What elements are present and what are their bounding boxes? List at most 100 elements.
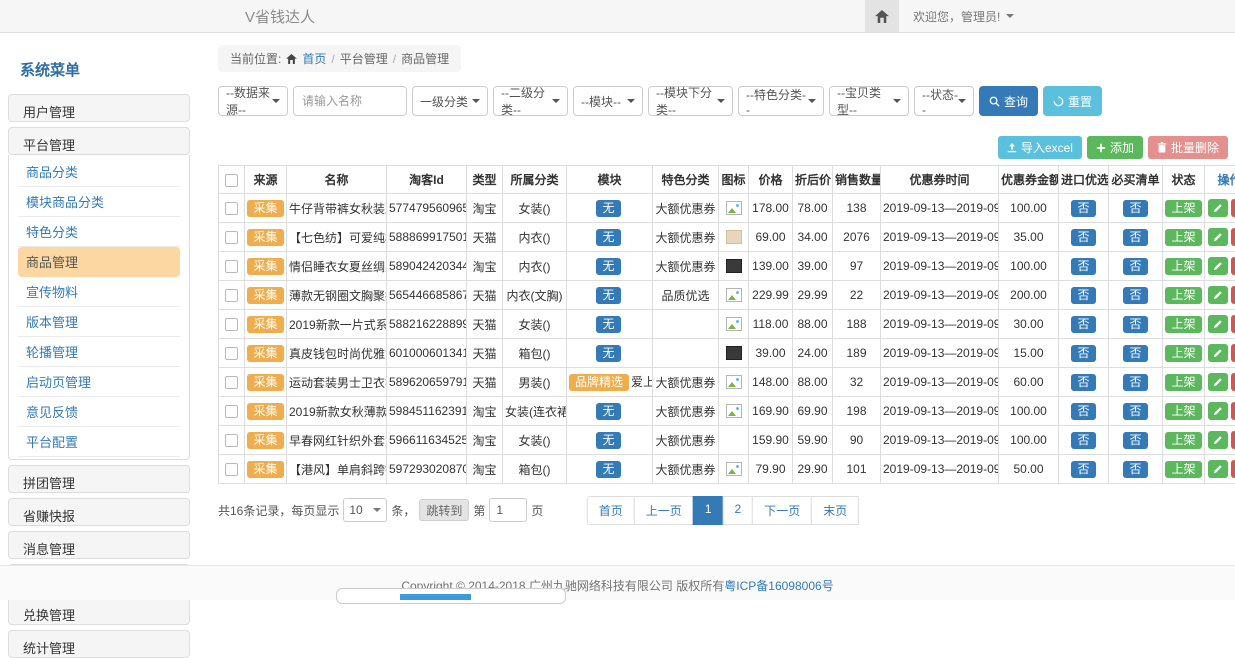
page-button[interactable]: 上一页 <box>634 496 694 525</box>
delete-button[interactable] <box>1231 402 1235 420</box>
status-badge[interactable]: 上架 <box>1165 258 1201 275</box>
filter-status-select[interactable]: --状态-- <box>914 86 974 116</box>
search-button[interactable]: 查询 <box>979 86 1038 116</box>
imported-badge[interactable]: 否 <box>1071 287 1095 304</box>
select-all-checkbox[interactable] <box>225 174 238 187</box>
sidebar-submenu-item[interactable]: 意见反馈 <box>18 397 180 427</box>
edit-button[interactable] <box>1208 373 1228 391</box>
filter-feature-select[interactable]: --特色分类-- <box>738 86 824 116</box>
sidebar-panel[interactable]: 消息管理 <box>8 531 190 559</box>
must-buy-badge[interactable]: 否 <box>1123 258 1147 275</box>
edit-button[interactable] <box>1208 228 1228 246</box>
page-button[interactable]: 1 <box>693 496 724 525</box>
must-buy-badge[interactable]: 否 <box>1123 432 1147 449</box>
status-badge[interactable]: 上架 <box>1165 461 1201 478</box>
row-checkbox[interactable] <box>225 434 238 447</box>
imported-badge[interactable]: 否 <box>1071 345 1095 362</box>
row-checkbox[interactable] <box>225 376 238 389</box>
page-button[interactable]: 末页 <box>811 496 859 525</box>
delete-button[interactable] <box>1231 199 1235 217</box>
user-menu[interactable]: 欢迎您，管理员! <box>913 8 1014 25</box>
must-buy-badge[interactable]: 否 <box>1123 287 1147 304</box>
icp-link[interactable]: 粤ICP备16098006号 <box>724 579 833 593</box>
filter-data-source-select[interactable]: --数据来源-- <box>218 86 288 116</box>
delete-button[interactable] <box>1231 286 1235 304</box>
delete-button[interactable] <box>1231 344 1235 362</box>
sidebar-submenu-item[interactable]: 宣传物料 <box>18 277 180 307</box>
delete-button[interactable] <box>1231 460 1235 478</box>
page-button[interactable]: 首页 <box>587 496 635 525</box>
imported-badge[interactable]: 否 <box>1071 229 1095 246</box>
filter-module-select[interactable]: --模块-- <box>573 86 643 116</box>
row-checkbox[interactable] <box>225 289 238 302</box>
sidebar-panel[interactable]: 兑换管理 <box>8 597 190 625</box>
delete-button[interactable] <box>1231 257 1235 275</box>
page-button[interactable]: 2 <box>723 496 754 525</box>
must-buy-badge[interactable]: 否 <box>1123 316 1147 333</box>
edit-button[interactable] <box>1208 344 1228 362</box>
imported-badge[interactable]: 否 <box>1071 374 1095 391</box>
must-buy-badge[interactable]: 否 <box>1123 403 1147 420</box>
sidebar-submenu-item[interactable]: 启动页管理 <box>18 367 180 397</box>
sidebar-submenu-item[interactable]: 平台配置 <box>18 427 180 457</box>
status-badge[interactable]: 上架 <box>1165 316 1201 333</box>
sidebar-panel[interactable]: 统计管理 <box>8 630 190 658</box>
delete-button[interactable] <box>1231 431 1235 449</box>
status-badge[interactable]: 上架 <box>1165 374 1201 391</box>
edit-button[interactable] <box>1208 315 1228 333</box>
row-checkbox[interactable] <box>225 260 238 273</box>
edit-button[interactable] <box>1208 402 1228 420</box>
add-button[interactable]: 添加 <box>1087 136 1143 159</box>
page-button[interactable]: 下一页 <box>752 496 812 525</box>
must-buy-badge[interactable]: 否 <box>1123 200 1147 217</box>
batch-delete-button[interactable]: 批量删除 <box>1148 136 1228 159</box>
row-checkbox[interactable] <box>225 347 238 360</box>
row-checkbox[interactable] <box>225 405 238 418</box>
imported-badge[interactable]: 否 <box>1071 258 1095 275</box>
name-search-input[interactable] <box>293 86 407 116</box>
row-checkbox[interactable] <box>225 231 238 244</box>
imported-badge[interactable]: 否 <box>1071 316 1095 333</box>
filter-level2-select[interactable]: --二级分类-- <box>493 86 568 116</box>
edit-button[interactable] <box>1208 257 1228 275</box>
sidebar-submenu-item[interactable]: 轮播管理 <box>18 337 180 367</box>
sidebar-submenu-item[interactable]: 版本管理 <box>18 307 180 337</box>
sidebar-panel[interactable]: 省赚快报 <box>8 498 190 526</box>
page-number-input[interactable] <box>489 498 527 522</box>
must-buy-badge[interactable]: 否 <box>1123 229 1147 246</box>
home-button[interactable] <box>865 0 899 32</box>
sidebar-submenu-item[interactable]: 模块商品分类 <box>18 187 180 217</box>
imported-badge[interactable]: 否 <box>1071 461 1095 478</box>
status-badge[interactable]: 上架 <box>1165 200 1201 217</box>
row-checkbox[interactable] <box>225 463 238 476</box>
must-buy-badge[interactable]: 否 <box>1123 461 1147 478</box>
row-checkbox[interactable] <box>225 202 238 215</box>
edit-button[interactable] <box>1208 460 1228 478</box>
breadcrumb-home-link[interactable]: 首页 <box>302 50 326 67</box>
imported-badge[interactable]: 否 <box>1071 403 1095 420</box>
sidebar-panel[interactable]: 拼团管理 <box>8 465 190 493</box>
status-badge[interactable]: 上架 <box>1165 345 1201 362</box>
imported-badge[interactable]: 否 <box>1071 200 1095 217</box>
status-badge[interactable]: 上架 <box>1165 432 1201 449</box>
reset-button[interactable]: 重置 <box>1043 86 1102 116</box>
jump-button[interactable]: 跳转到 <box>419 499 469 521</box>
filter-level1-select[interactable]: 一级分类 <box>412 86 488 116</box>
edit-button[interactable] <box>1208 286 1228 304</box>
sidebar-submenu-item[interactable]: 商品管理 <box>18 247 180 277</box>
filter-module-sub-select[interactable]: --模块下分类-- <box>648 86 733 116</box>
per-page-select[interactable]: 10 <box>343 498 387 522</box>
sidebar-panel[interactable]: 用户管理 <box>8 94 190 122</box>
edit-button[interactable] <box>1208 199 1228 217</box>
must-buy-badge[interactable]: 否 <box>1123 345 1147 362</box>
status-badge[interactable]: 上架 <box>1165 403 1201 420</box>
imported-badge[interactable]: 否 <box>1071 432 1095 449</box>
edit-button[interactable] <box>1208 431 1228 449</box>
must-buy-badge[interactable]: 否 <box>1123 374 1147 391</box>
delete-button[interactable] <box>1231 228 1235 246</box>
sidebar-submenu-item[interactable]: 商品分类 <box>18 157 180 187</box>
status-badge[interactable]: 上架 <box>1165 287 1201 304</box>
sidebar-submenu-item[interactable]: 特色分类 <box>18 217 180 247</box>
delete-button[interactable] <box>1231 373 1235 391</box>
import-excel-button[interactable]: 导入excel <box>998 136 1082 159</box>
